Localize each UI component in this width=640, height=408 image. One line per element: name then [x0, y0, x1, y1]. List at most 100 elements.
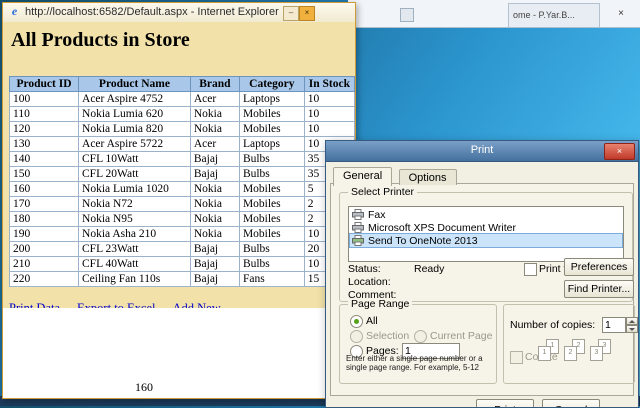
table-cell: Nokia [189, 121, 240, 137]
location-label: Location: [348, 276, 391, 288]
table-header-row: Product ID Product Name Brand Category In St… [8, 76, 355, 92]
collate-graphic: 112233 [538, 339, 630, 375]
table-cell: Mobiles [238, 226, 305, 242]
table-cell: CFL 20Watt [78, 166, 191, 182]
radio-current-page[interactable] [414, 330, 427, 343]
table-cell: Ceiling Fan 110s [78, 271, 191, 287]
table-cell: Bajaj [189, 271, 240, 287]
table-cell: 180 [8, 211, 80, 227]
table-row: 220 Ceiling Fan 110s Bajaj Fans 15 [8, 271, 355, 287]
partial-row-text: 160 [135, 380, 153, 394]
tab-close-icon[interactable]: × [612, 6, 630, 21]
close-button[interactable]: × [299, 6, 315, 21]
page-range-group: Page Range All Selection Current Page Pa… [339, 298, 497, 384]
printer-name: Microsoft XPS Document Writer [368, 221, 517, 234]
find-printer-button[interactable]: Find Printer... [564, 280, 634, 298]
copies-label: Number of copies: [510, 319, 596, 331]
browser-titlebar[interactable]: e http://localhost:6582/Default.aspx - I… [3, 3, 355, 23]
table-row: 190 Nokia Asha 210 Nokia Mobiles 10 [8, 226, 355, 242]
table-cell: Nokia Asha 210 [78, 226, 191, 242]
print-dialog-titlebar[interactable]: Print × [326, 141, 638, 162]
table-cell: Nokia N72 [78, 196, 191, 212]
print-button[interactable]: Print [476, 399, 534, 407]
radio-current-page-label: Current Page [430, 330, 493, 342]
table-cell: 220 [8, 271, 80, 287]
printer-name: Fax [368, 208, 386, 221]
printer-item[interactable]: Fax [350, 208, 622, 221]
column-header-product-name: Product Name [78, 76, 191, 92]
table-cell: 200 [8, 241, 80, 257]
table-cell: Bajaj [189, 151, 240, 167]
print-dialog-title: Print [470, 144, 494, 156]
table-cell: Bajaj [189, 241, 240, 257]
table-cell: Nokia Lumia 1020 [78, 181, 191, 197]
table-row: 210 CFL 40Watt Bajaj Bulbs 10 [8, 256, 355, 272]
printer-icon [352, 222, 364, 233]
radio-all[interactable] [350, 315, 363, 328]
printer-item[interactable]: Microsoft XPS Document Writer [350, 221, 622, 234]
table-cell: 10 [303, 106, 355, 122]
table-cell: 160 [8, 181, 80, 197]
table-cell: Bulbs [238, 256, 305, 272]
spinner-down-icon[interactable] [626, 325, 638, 333]
table-cell: Acer Aspire 5722 [78, 136, 191, 152]
table-cell: Mobiles [238, 121, 305, 137]
table-cell: 110 [8, 106, 80, 122]
table-cell: 210 [8, 256, 80, 272]
collate-page: 3 [590, 346, 603, 361]
table-cell: Mobiles [238, 211, 305, 227]
table-row: 200 CFL 23Watt Bajaj Bulbs 20 [8, 241, 355, 257]
print-dialog-tabs: General Options [333, 166, 459, 186]
copies-spinner[interactable] [626, 317, 638, 333]
copies-input[interactable] [602, 317, 626, 333]
table-cell: Mobiles [238, 106, 305, 122]
print-to-file-checkbox[interactable] [524, 263, 537, 276]
column-header-brand: Brand [189, 76, 240, 92]
table-row: 160 Nokia Lumia 1020 Nokia Mobiles 5 [8, 181, 355, 197]
spinner-up-icon[interactable] [626, 317, 638, 325]
collate-pages-icon: 11 [538, 339, 564, 363]
table-cell: Bulbs [238, 166, 305, 182]
table-cell: 130 [8, 136, 80, 152]
new-tab-icon[interactable] [400, 8, 414, 22]
printer-icon [352, 209, 364, 220]
table-cell: Nokia [189, 106, 240, 122]
column-header-category: Category [238, 76, 305, 92]
table-cell: Laptops [238, 91, 305, 107]
table-row: 120 Nokia Lumia 820 Nokia Mobiles 10 [8, 121, 355, 137]
table-cell: Nokia Lumia 620 [78, 106, 191, 122]
tab-general[interactable]: General [333, 167, 393, 186]
status-value: Ready [414, 263, 445, 275]
page-range-label: Page Range [348, 298, 413, 310]
table-cell: Bulbs [238, 151, 305, 167]
radio-all-label: All [366, 315, 378, 327]
table-cell: Bajaj [189, 166, 240, 182]
minimize-button[interactable]: – [283, 6, 299, 21]
collate-checkbox[interactable] [510, 351, 523, 364]
table-cell: Nokia [189, 226, 240, 242]
cancel-button[interactable]: Cancel [542, 399, 600, 407]
print-dialog-close-button[interactable]: × [604, 143, 635, 160]
preferences-button[interactable]: Preferences [564, 258, 634, 276]
select-printer-label: Select Printer [348, 186, 418, 198]
table-cell: CFL 10Watt [78, 151, 191, 167]
background-tab-title: ome - P.Yar.B... [513, 10, 575, 20]
table-cell: Nokia [189, 211, 240, 227]
collate-pages-icon: 33 [590, 339, 616, 363]
tab-options[interactable]: Options [398, 169, 457, 185]
background-tab[interactable]: ome - P.Yar.B... [508, 3, 600, 27]
page-heading: All Products in Store [11, 29, 190, 51]
table-cell: Laptops [238, 136, 305, 152]
table-cell: Fans [238, 271, 305, 287]
table-cell: Bulbs [238, 241, 305, 257]
table-cell: Mobiles [238, 196, 305, 212]
table-cell: 100 [8, 91, 80, 107]
table-row: 140 CFL 10Watt Bajaj Bulbs 35 [8, 151, 355, 167]
print-dialog-tab-page: Select Printer Fax Microsoft XPS Document… [330, 183, 638, 396]
table-cell: Mobiles [238, 181, 305, 197]
browser-window: e http://localhost:6582/Default.aspx - I… [2, 2, 356, 399]
printer-item[interactable]: Send To OneNote 2013 [349, 233, 623, 248]
table-cell: 140 [8, 151, 80, 167]
radio-selection[interactable] [350, 330, 363, 343]
products-table: Product ID Product Name Brand Category In St… [8, 76, 355, 287]
